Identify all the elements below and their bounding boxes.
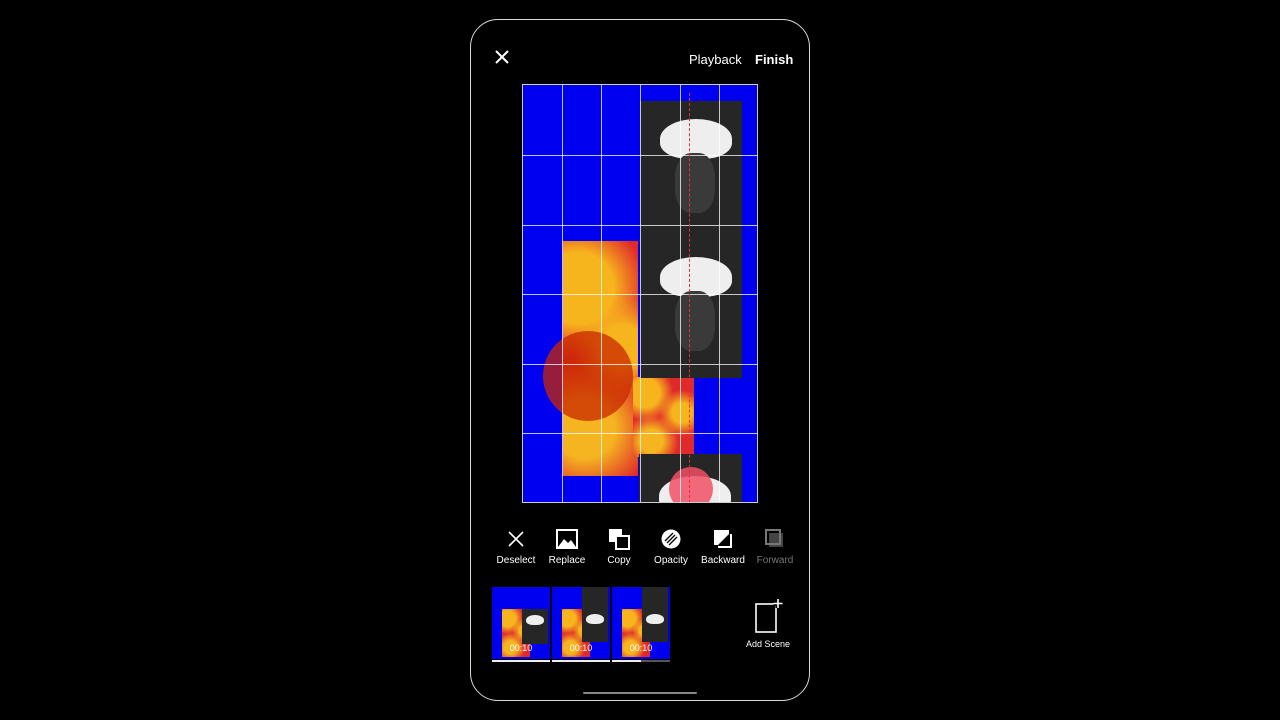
tool-label: Replace bbox=[548, 555, 586, 566]
copy-button[interactable]: Copy bbox=[591, 528, 647, 566]
tool-label: Deselect bbox=[496, 555, 536, 566]
playback-button[interactable]: Playback bbox=[689, 52, 742, 67]
bring-forward-icon bbox=[765, 529, 783, 547]
x-icon bbox=[508, 531, 524, 547]
deselect-button[interactable]: Deselect bbox=[488, 528, 544, 566]
forward-button: Forward bbox=[747, 528, 803, 566]
tool-label: Forward bbox=[756, 555, 794, 566]
replace-button[interactable]: Replace bbox=[539, 528, 595, 566]
center-guide-line bbox=[689, 93, 690, 502]
photo-layer-selected[interactable] bbox=[640, 101, 742, 378]
send-backward-icon bbox=[714, 530, 732, 548]
image-icon bbox=[556, 529, 578, 549]
grid-line bbox=[523, 364, 757, 365]
grid-line bbox=[523, 225, 757, 226]
scene-duration: 00:10 bbox=[569, 643, 593, 653]
scene-progress bbox=[612, 660, 670, 662]
scene-duration: 00:10 bbox=[509, 643, 533, 653]
grid-line bbox=[523, 294, 757, 295]
scene-progress bbox=[552, 660, 610, 662]
opacity-button[interactable]: Opacity bbox=[643, 528, 699, 566]
editor-canvas[interactable] bbox=[522, 84, 758, 503]
scene-progress bbox=[492, 660, 550, 662]
scene-duration: 00:10 bbox=[629, 643, 653, 653]
tool-label: Backward bbox=[701, 555, 745, 566]
scene-thumbnail[interactable]: 00:10 bbox=[492, 587, 550, 659]
backward-button[interactable]: Backward bbox=[695, 528, 751, 566]
copy-icon bbox=[609, 529, 630, 550]
tool-label: Opacity bbox=[654, 555, 688, 566]
grid-line bbox=[523, 155, 757, 156]
finish-button[interactable]: Finish bbox=[755, 52, 793, 67]
tool-label: Copy bbox=[607, 555, 631, 566]
scene-thumbnail[interactable]: 00:10 bbox=[552, 587, 610, 659]
add-scene-label: Add Scene bbox=[745, 639, 791, 649]
circle-shape[interactable] bbox=[543, 331, 633, 421]
home-indicator[interactable] bbox=[583, 692, 697, 694]
grid-line bbox=[523, 433, 757, 434]
add-scene-icon bbox=[755, 599, 783, 633]
close-icon[interactable] bbox=[493, 48, 511, 66]
pink-circle-shape[interactable] bbox=[669, 467, 713, 502]
opacity-icon bbox=[661, 529, 681, 549]
add-scene-button[interactable]: Add Scene bbox=[742, 598, 794, 649]
gradient-layer-part bbox=[633, 377, 694, 457]
scene-thumbnail[interactable]: 00:10 bbox=[612, 587, 670, 659]
